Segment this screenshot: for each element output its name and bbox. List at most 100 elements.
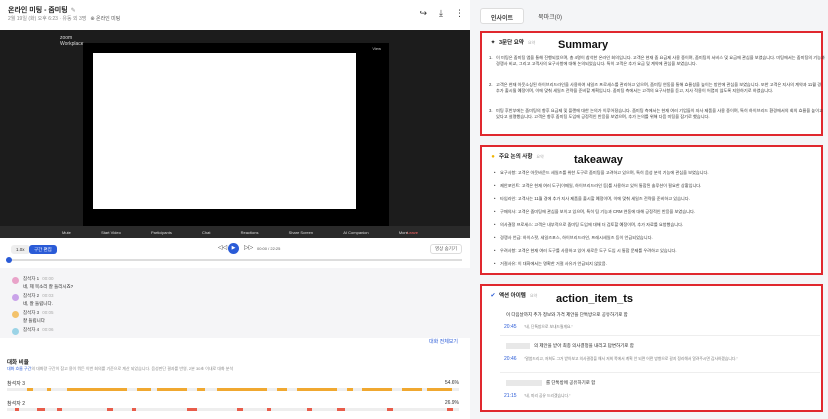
summary-paragraph: 2. 고객은 현재 아웃소싱된 하이브리드라인을 사용하여 세일즈 프로세스를 관… (489, 82, 822, 93)
action-timestamp[interactable]: 21:15 (504, 393, 517, 399)
view-label[interactable]: View (372, 46, 381, 51)
transcript-entry[interactable]: 참석자 2 00:03 네, 잘 들립니다. (12, 293, 53, 307)
takeaway-label: takeaway (574, 154, 623, 166)
tab-bookmark[interactable]: 북마크(0) (528, 8, 572, 24)
summary-card: ✦ 3문단 요약 요약 Summary 1. 이 미팅은 줌미팅 앱을 통해 진행되었… (480, 31, 825, 136)
talk-ratio: 대화 비율 대화 흐름 구간의 대화량 구간이 참고 용이 뭐든 이번 회의를 … (0, 352, 470, 419)
zoom-logo: zoom Workplace (60, 35, 84, 47)
action-quote: "네, 미리 공유 드리겠습니다." (524, 394, 571, 398)
speaking-segment (15, 408, 19, 411)
action-items-label: action_item_ts (556, 293, 634, 305)
speaking-segment (67, 388, 127, 391)
speaking-segment (277, 388, 287, 391)
share-icon[interactable]: ↪ (419, 8, 427, 19)
forward-icon[interactable]: ▷▷ (244, 244, 253, 251)
action-quote: "말씀드리고, 저희도 그거 받아보고 의사결정을 해서 저희 쪽에서 계획 안… (524, 357, 738, 361)
participants-button[interactable]: Participants (151, 230, 172, 235)
ratio-heading: 대화 비율 (7, 360, 29, 366)
rewind-icon[interactable]: ◁◁ (218, 244, 227, 251)
download-icon[interactable]: ⤓ (439, 8, 443, 19)
time-display: 00:00 / 22:25 (257, 246, 281, 251)
takeaway-item: 경쟁사 언급: 하이스팟, 세일즈포스, 하이브리드라인, 프레시세일즈 등이 … (494, 235, 820, 241)
more-icon[interactable]: ⋮ (455, 8, 464, 19)
chat-button[interactable]: Chat (202, 230, 210, 235)
header: 온라인 미팅 - 줌미팅 ✎ 2월 19일 (화) 오후 6:23 · 유동 외 … (0, 0, 470, 30)
action-item[interactable]: 이 다음날까지 추가 정보와 가격 제안을 단톡방으로 공유하기로 함 (506, 312, 628, 318)
action-item[interactable]: 의 제안을 받아 최종 의사결정을 내리고 답변하기로 함 (534, 343, 634, 349)
leave-button[interactable]: Leave (407, 230, 418, 235)
takeaway-item: 요구사항: 고객은 아웃바운드 세일즈를 위한 도구로 줌미팅을 고려하고 있으… (494, 170, 820, 176)
speaker-label: 참석자 3 (7, 381, 25, 387)
avatar (12, 328, 19, 335)
playback-controls: 1.0x 구간 편집 ◁◁ ▶ ▷▷ 00:00 / 22:25 영상 숨기기 (0, 238, 470, 264)
speaker-bar[interactable]: 참석자 2 26.9% (7, 400, 459, 411)
takeaway-item: 우려사항: 고객은 현재 여러 도구를 사용하고 있어 새로운 도구 도입 시 … (494, 248, 820, 254)
transcript-entry[interactable]: 참석자 1 00:00 네, 제 목소리 잘 들리시죠? (12, 276, 73, 290)
divider (500, 335, 820, 336)
insight-panel: 인사이트 북마크(0) ✦ 3문단 요약 요약 Summary 1. 이 미팅은 줌미… (470, 0, 828, 419)
speaker-pct: 26.9% (444, 400, 459, 406)
takeaway-item: 구매의사: 고객은 줌미팅에 관심을 보이고 있으며, 특히 팀 기능과 CRM… (494, 209, 820, 215)
meeting-tag[interactable]: ⊕ 온라인 미팅 (90, 16, 120, 22)
speaker-label: 참석자 2 (7, 401, 25, 407)
ai-companion-button[interactable]: AI Companion (343, 230, 368, 235)
speaking-segment (447, 408, 453, 411)
video-player[interactable]: zoom Workplace View Mute Start Video Part… (0, 30, 470, 238)
action-items-card: ✔ 액션 아이템 요약 action_item_ts 이 다음날까지 추가 정보와 … (480, 284, 823, 412)
takeaway-card: ●주요 논의 사항요약 takeaway 요구사항: 고객은 아웃바운드 세일즈… (480, 145, 823, 275)
takeaway-item: 제안포인트: 고객은 현재 여러 도구(이메일, 하이브리드라인 등)를 사용하… (494, 183, 820, 189)
hide-video-button[interactable]: 영상 숨기기 (430, 244, 462, 254)
transcript-entry[interactable]: 참석자 3 00:05 잘 들립니다 (12, 310, 53, 324)
speaking-segment (267, 408, 271, 411)
summary-paragraph: 3. 미팅 후반부에는 줌미팅의 향후 요금제 및 플랜에 대한 논의가 이루어졌… (489, 108, 823, 119)
speaker-pct: 54.6% (444, 380, 459, 386)
avatar (12, 294, 19, 301)
share-screen-button[interactable]: Share Screen (289, 230, 313, 235)
shared-screen: View (83, 43, 389, 226)
meeting-meta: 2월 19일 (화) 오후 6:23 · 유동 외 3명 ⊕ 온라인 미팅 (8, 16, 121, 22)
speaking-segment (337, 408, 345, 411)
summary-paragraph: 1. 이 미팅은 줌미팅 앱을 통해 진행되었으며, 총 4명이 참석한 온라인 … (489, 55, 825, 66)
lightbulb-icon: ● (491, 154, 495, 160)
speaker-track (7, 388, 459, 391)
progress-bar[interactable] (6, 257, 462, 263)
progress-knob[interactable] (6, 257, 12, 263)
action-timestamp[interactable]: 20:46 (504, 356, 517, 362)
zoom-toolbar: Mute Start Video Participants Chat React… (0, 226, 470, 238)
redacted-block (506, 343, 530, 349)
speed-tab[interactable]: 1.0x (11, 245, 30, 254)
speaking-segment (197, 388, 205, 391)
view-full-transcript-link[interactable]: 대화 전체보기 (429, 338, 458, 345)
takeaway-item: 타임라인: 고객사는 11월 경에 추가 지사 제품을 출시할 예정이며, 이에… (494, 196, 820, 202)
mute-button[interactable]: Mute (62, 230, 71, 235)
start-video-button[interactable]: Start Video (101, 230, 121, 235)
edit-section-tab[interactable]: 구간 편집 (29, 245, 57, 254)
divider (500, 372, 820, 373)
speaker-track (7, 408, 459, 411)
reactions-button[interactable]: Reactions (241, 230, 259, 235)
speaking-segment (362, 388, 392, 391)
speaking-segment (157, 388, 187, 391)
action-items-title: ✔ 액션 아이템 요약 (490, 293, 538, 299)
action-item[interactable]: 를 단톡방에 공유하기로 함 (546, 380, 595, 386)
speaking-segment (297, 388, 337, 391)
tab-insight[interactable]: 인사이트 (480, 8, 525, 24)
speaking-segment (132, 408, 136, 411)
speaking-segment (427, 388, 452, 391)
speaking-segment (27, 388, 33, 391)
play-button[interactable]: ▶ (228, 243, 239, 254)
speaking-segment (57, 408, 62, 411)
speaking-segment (347, 388, 353, 391)
takeaway-item: 거절사유: 이 대화에서는 명확한 거절 사유가 언급되지 않았음. (494, 261, 820, 267)
page-title: 온라인 미팅 - 줌미팅 ✎ (8, 7, 76, 14)
action-timestamp[interactable]: 20:45 (504, 324, 517, 330)
takeaway-item: 의사결정 프로세스: 고객은 내부적으로 줌미팅 도입에 대해 더 검토할 예정… (494, 222, 820, 228)
check-icon: ✔ (490, 293, 496, 299)
transcript-entry[interactable]: 참석자 4 00:06 (12, 327, 53, 335)
speaking-segment (387, 408, 393, 411)
transcript: 참석자 1 00:00 네, 제 목소리 잘 들리시죠? 참석자 2 00:03 네, … (0, 268, 470, 345)
edit-icon[interactable]: ✎ (71, 8, 76, 14)
speaker-bar[interactable]: 참석자 3 54.6% (7, 380, 459, 391)
action-quote: "네, 단톡방으로 보내드릴게요." (524, 325, 573, 329)
ratio-desc: 대화 흐름 구간의 대화량 구간이 참고 용이 뭐든 이번 회의를 기준으로 계… (7, 366, 234, 371)
